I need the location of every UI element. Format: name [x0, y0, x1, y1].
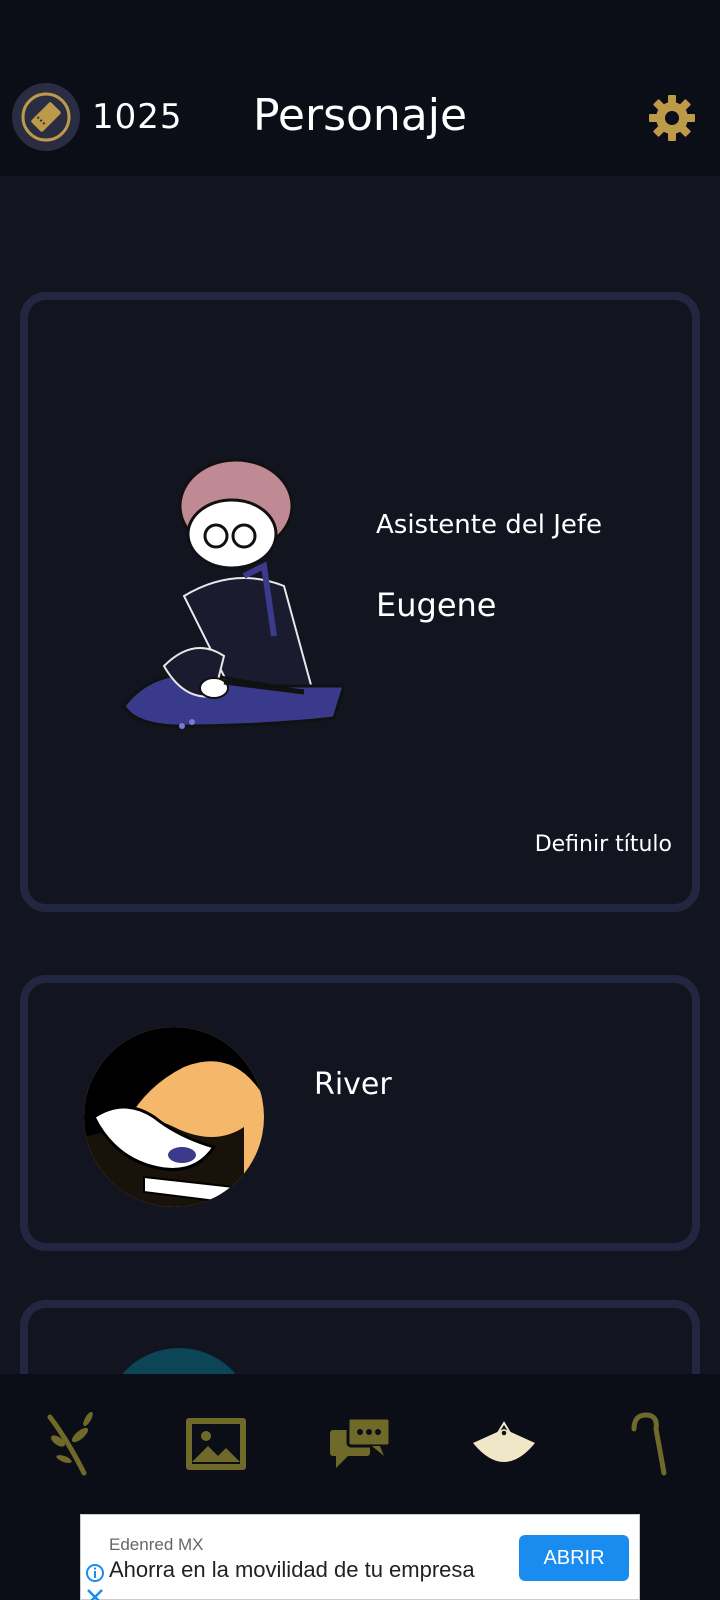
ad-advertiser: Edenred MX	[109, 1535, 204, 1554]
character-card-eugene[interactable]: Asistente del Jefe Eugene Definir título	[20, 292, 700, 912]
character-name: River	[314, 1067, 392, 1102]
ad-banner[interactable]: Edenred MX Ahorra en la movilidad de tu …	[80, 1514, 640, 1600]
character-portrait	[122, 458, 344, 729]
ad-headline: Ahorra en la movilidad de tu empresa	[109, 1557, 475, 1582]
nav-item-character[interactable]	[464, 1404, 544, 1484]
ad-open-button[interactable]: ABRIR	[519, 1535, 629, 1581]
cane-icon	[631, 1412, 667, 1476]
close-icon[interactable]	[85, 1587, 105, 1600]
gear-icon	[649, 95, 695, 141]
character-name: Eugene	[376, 586, 497, 624]
header: 1025 Personaje	[0, 78, 720, 176]
info-icon[interactable]	[85, 1563, 105, 1583]
branch-icon	[47, 1411, 93, 1476]
image-icon	[186, 1418, 246, 1470]
nav-item-cane[interactable]	[608, 1404, 688, 1484]
nav-item-branch[interactable]	[32, 1404, 112, 1484]
set-title-button[interactable]: Definir título	[535, 832, 672, 857]
bottom-nav	[0, 1374, 720, 1514]
page-title: Personaje	[252, 90, 468, 141]
settings-button[interactable]	[644, 90, 700, 146]
character-card-river[interactable]: River	[20, 975, 700, 1251]
fan-icon	[473, 1421, 535, 1462]
status-bar	[0, 0, 720, 78]
nav-item-gallery[interactable]	[176, 1404, 256, 1484]
chat-icon	[330, 1416, 392, 1468]
nav-item-chat[interactable]	[320, 1404, 400, 1484]
river-avatar	[84, 1027, 264, 1207]
ad-area: Edenred MX Ahorra en la movilidad de tu …	[0, 1514, 720, 1600]
character-title: Asistente del Jefe	[376, 510, 603, 540]
